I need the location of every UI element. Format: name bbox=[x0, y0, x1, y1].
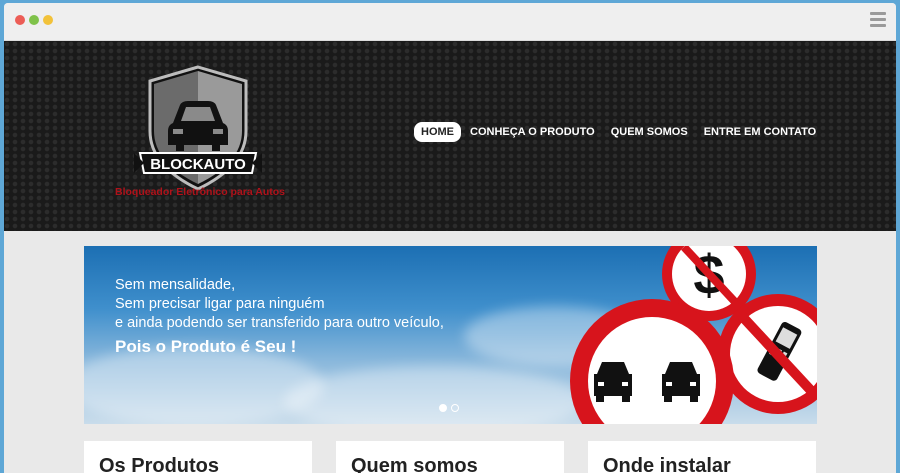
hero-line-3: e ainda podendo ser transferido para out… bbox=[115, 315, 444, 331]
browser-window: BLOCKAUTO Bloqueador Eletrônico para Aut… bbox=[4, 3, 896, 473]
hamburger-menu-icon[interactable] bbox=[870, 12, 886, 28]
blockauto-logo[interactable]: BLOCKAUTO bbox=[128, 61, 268, 201]
hero-highlight: Pois o Produto é Seu ! bbox=[115, 337, 297, 356]
card-title: Os Produtos bbox=[99, 455, 220, 473]
nav-quem-somos[interactable]: QUEM SOMOS bbox=[604, 122, 695, 142]
car-right-icon bbox=[662, 362, 700, 402]
maximize-window-button[interactable] bbox=[43, 15, 53, 25]
title-bar bbox=[4, 3, 896, 41]
nav-home[interactable]: HOME bbox=[414, 122, 461, 142]
brand-name: BLOCKAUTO bbox=[150, 156, 246, 173]
hero-carousel[interactable]: Sem mensalidade, Sem precisar ligar para… bbox=[84, 246, 817, 424]
site-header: BLOCKAUTO Bloqueador Eletrônico para Aut… bbox=[4, 41, 896, 231]
prohibition-signs: $ bbox=[570, 246, 817, 424]
card-produtos[interactable]: Os Produtos bbox=[84, 441, 312, 473]
hero-line-1: Sem mensalidade, bbox=[115, 277, 236, 293]
carousel-indicators bbox=[439, 404, 463, 412]
main-nav: HOME CONHEÇA O PRODUTO QUEM SOMOS ENTRE … bbox=[414, 122, 825, 142]
browser-frame: BLOCKAUTO Bloqueador Eletrônico para Aut… bbox=[0, 0, 900, 473]
nav-entre-em-contato[interactable]: ENTRE EM CONTATO bbox=[697, 122, 823, 142]
carousel-dot-1[interactable] bbox=[439, 404, 447, 412]
brand-tagline: Bloqueador Eletrônico para Autos bbox=[115, 186, 285, 198]
card-onde-instalar[interactable]: Onde instalar bbox=[588, 441, 816, 473]
car-left-icon bbox=[594, 362, 632, 402]
minimize-window-button[interactable] bbox=[29, 15, 39, 25]
card-title: Quem somos bbox=[351, 455, 478, 473]
card-title: Onde instalar bbox=[603, 455, 731, 473]
card-quem-somos[interactable]: Quem somos bbox=[336, 441, 564, 473]
hero-line-2: Sem precisar ligar para ninguém bbox=[115, 296, 325, 312]
carousel-dot-2[interactable] bbox=[451, 404, 459, 412]
close-window-button[interactable] bbox=[15, 15, 25, 25]
hero-text: Sem mensalidade, Sem precisar ligar para… bbox=[115, 276, 444, 356]
nav-conheca-produto[interactable]: CONHEÇA O PRODUTO bbox=[463, 122, 602, 142]
